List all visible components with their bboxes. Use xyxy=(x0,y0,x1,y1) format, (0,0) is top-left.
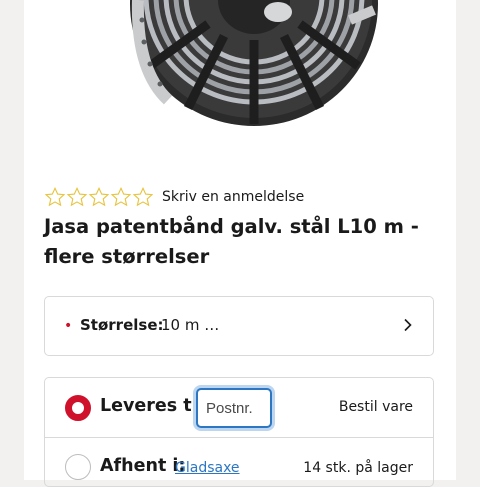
delivery-options: Leveres til: Bestil vare Afhent i: Glads… xyxy=(44,377,434,487)
product-card: Skriv en anmeldelse Jasa patentbånd galv… xyxy=(24,0,456,487)
deliver-radio[interactable] xyxy=(65,395,91,421)
chevron-right-icon xyxy=(404,318,412,332)
pickup-radio[interactable] xyxy=(65,454,91,480)
pickup-stock: 14 stk. på lager xyxy=(303,460,413,476)
deliver-action: Bestil vare xyxy=(338,399,413,415)
required-bullet: • xyxy=(64,318,73,334)
pickup-label: Afhent i: xyxy=(100,456,186,476)
variant-selector[interactable]: • Størrelse: 10 m … xyxy=(44,296,434,356)
star-outline-icon xyxy=(88,186,110,207)
product-image xyxy=(130,0,378,126)
variant-label: Størrelse: xyxy=(80,316,164,334)
star-outline-icon xyxy=(44,186,66,207)
product-title: Jasa patentbånd galv. stål L10 m - flere… xyxy=(44,215,419,268)
variant-value: 10 m … xyxy=(161,316,220,334)
rating-row: Skriv en anmeldelse xyxy=(44,185,304,209)
rating-stars[interactable] xyxy=(44,186,154,208)
postcode-input[interactable] xyxy=(196,388,272,428)
deliver-label: Leveres til: xyxy=(100,396,211,416)
write-review-link[interactable]: Skriv en anmeldelse xyxy=(162,189,304,205)
delivery-option-deliver[interactable]: Leveres til: Bestil vare xyxy=(45,378,433,438)
star-outline-icon xyxy=(66,186,88,207)
star-outline-icon xyxy=(110,186,132,207)
pickup-store-link[interactable]: Gladsaxe xyxy=(175,460,240,476)
star-outline-icon xyxy=(132,186,154,207)
